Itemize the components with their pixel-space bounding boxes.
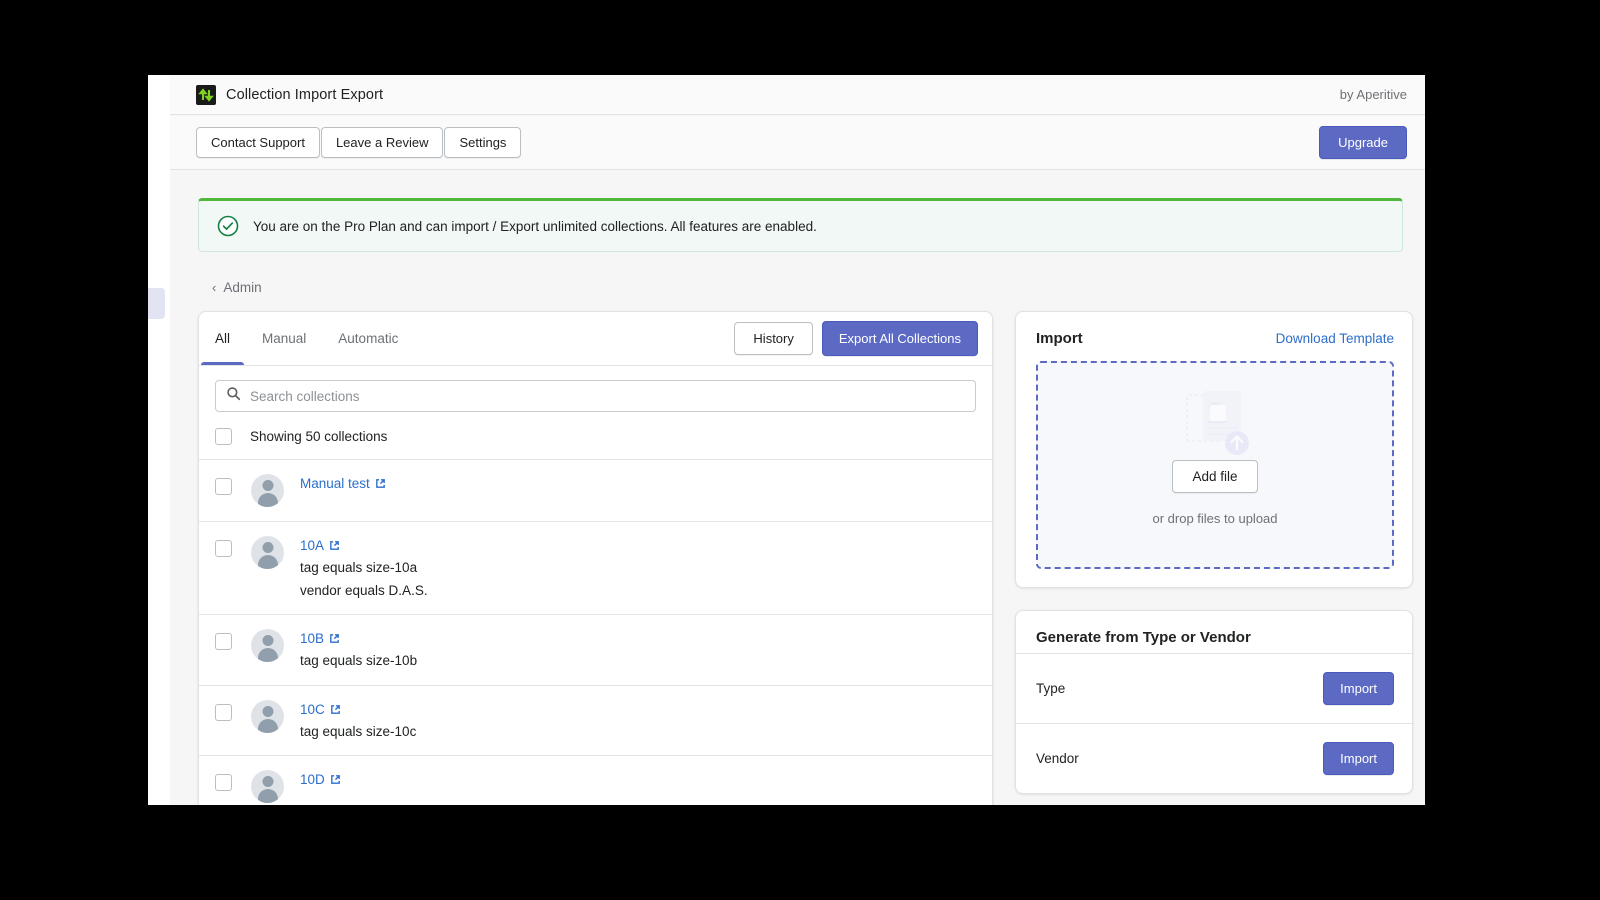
history-button[interactable]: History bbox=[734, 322, 812, 355]
type-label: Type bbox=[1036, 681, 1065, 696]
app-byline: by Aperitive bbox=[1340, 87, 1407, 102]
app-title: Collection Import Export bbox=[226, 87, 383, 103]
drop-files-hint: or drop files to upload bbox=[1152, 511, 1277, 526]
tab-manual[interactable]: Manual bbox=[246, 312, 322, 365]
collection-title: Manual test bbox=[300, 476, 370, 491]
collections-column: All Manual Automatic History Export All … bbox=[198, 311, 993, 805]
generate-card-header: Generate from Type or Vendor bbox=[1016, 611, 1412, 653]
tab-automatic[interactable]: Automatic bbox=[322, 312, 414, 365]
vendor-label: Vendor bbox=[1036, 751, 1079, 766]
import-card-header: Import Download Template bbox=[1036, 330, 1394, 347]
collection-title: 10A bbox=[300, 538, 324, 553]
settings-button[interactable]: Settings bbox=[444, 127, 521, 158]
table-row[interactable]: Manual test bbox=[199, 460, 992, 522]
collection-rule: vendor equals D.A.S. bbox=[300, 581, 428, 601]
collection-title: 10D bbox=[300, 772, 325, 787]
collections-card: All Manual Automatic History Export All … bbox=[198, 311, 993, 805]
search-icon bbox=[226, 386, 241, 406]
import-card: Import Download Template bbox=[1015, 311, 1413, 588]
collection-link[interactable]: 10B bbox=[300, 631, 340, 646]
main-columns: All Manual Automatic History Export All … bbox=[198, 311, 1403, 805]
table-row[interactable]: 10C tag equals size-10c bbox=[199, 686, 992, 757]
table-row[interactable]: 10B tag equals size-10b bbox=[199, 615, 992, 686]
avatar bbox=[251, 700, 284, 733]
page-content: You are on the Pro Plan and can import /… bbox=[170, 171, 1425, 805]
breadcrumb-label: Admin bbox=[223, 280, 261, 295]
avatar bbox=[251, 629, 284, 662]
leave-a-review-button[interactable]: Leave a Review bbox=[321, 127, 444, 158]
file-dropzone[interactable]: Add file or drop files to upload bbox=[1036, 361, 1394, 569]
import-export-arrows-icon bbox=[196, 85, 216, 105]
plan-status-banner: You are on the Pro Plan and can import /… bbox=[198, 198, 1403, 252]
row-checkbox[interactable] bbox=[215, 540, 232, 557]
table-row[interactable]: 10A tag equals size-10a vendor equ bbox=[199, 522, 992, 615]
select-all-checkbox[interactable] bbox=[215, 428, 232, 445]
search-box[interactable] bbox=[215, 380, 976, 412]
app-page-body: Collection Import Export by Aperitive Co… bbox=[170, 75, 1425, 805]
collection-rule: tag equals size-10b bbox=[300, 651, 417, 671]
collections-tab-actions: History Export All Collections bbox=[734, 321, 984, 356]
generate-title: Generate from Type or Vendor bbox=[1036, 629, 1251, 646]
screenshot-stage: Collection Import Export by Aperitive Co… bbox=[0, 0, 1600, 900]
collection-rule: tag equals size-10c bbox=[300, 722, 416, 742]
import-column: Import Download Template bbox=[1015, 311, 1413, 794]
search-input[interactable] bbox=[250, 389, 965, 404]
row-content: 10C tag equals size-10c bbox=[300, 700, 416, 742]
generate-row-vendor: Vendor Import bbox=[1016, 723, 1412, 793]
row-checkbox[interactable] bbox=[215, 704, 232, 721]
download-template-link[interactable]: Download Template bbox=[1276, 331, 1394, 346]
row-content: Manual test bbox=[300, 474, 386, 493]
collections-list-header: Showing 50 collections bbox=[199, 422, 992, 460]
app-action-bar: Contact Support Leave a Review Settings … bbox=[170, 116, 1425, 170]
tab-all[interactable]: All bbox=[199, 312, 246, 365]
showing-count-label: Showing 50 collections bbox=[250, 429, 387, 444]
row-content: 10B tag equals size-10b bbox=[300, 629, 417, 671]
avatar bbox=[251, 474, 284, 507]
search-area bbox=[199, 366, 992, 422]
import-type-button[interactable]: Import bbox=[1323, 672, 1394, 705]
breadcrumb[interactable]: ‹ Admin bbox=[212, 280, 262, 295]
collection-title: 10B bbox=[300, 631, 324, 646]
row-checkbox[interactable] bbox=[215, 478, 232, 495]
plan-status-text: You are on the Pro Plan and can import /… bbox=[253, 219, 817, 234]
sidebar-toggle-nub[interactable] bbox=[148, 288, 165, 319]
collection-rule: tag equals size-10a bbox=[300, 558, 428, 578]
export-all-collections-button[interactable]: Export All Collections bbox=[822, 321, 978, 356]
collection-link[interactable]: 10C bbox=[300, 702, 341, 717]
collection-link[interactable]: Manual test bbox=[300, 476, 386, 491]
collection-link[interactable]: 10A bbox=[300, 538, 340, 553]
avatar bbox=[251, 770, 284, 803]
row-checkbox[interactable] bbox=[215, 633, 232, 650]
external-link-icon bbox=[329, 633, 340, 644]
add-file-button[interactable]: Add file bbox=[1172, 460, 1257, 493]
app-header: Collection Import Export by Aperitive bbox=[170, 75, 1425, 115]
action-button-group: Contact Support Leave a Review Settings bbox=[196, 127, 521, 158]
row-content: 10A tag equals size-10a vendor equ bbox=[300, 536, 428, 600]
external-link-icon bbox=[375, 478, 386, 489]
avatar bbox=[251, 536, 284, 569]
row-content: 10D bbox=[300, 770, 341, 789]
import-card-body: Import Download Template bbox=[1016, 312, 1412, 587]
generate-card: Generate from Type or Vendor Type Import… bbox=[1015, 610, 1413, 794]
import-vendor-button[interactable]: Import bbox=[1323, 742, 1394, 775]
external-link-icon bbox=[330, 774, 341, 785]
success-check-circle-icon bbox=[217, 215, 239, 237]
row-checkbox[interactable] bbox=[215, 774, 232, 791]
collections-tabs-row: All Manual Automatic History Export All … bbox=[199, 312, 992, 366]
contact-support-button[interactable]: Contact Support bbox=[196, 127, 320, 158]
external-link-icon bbox=[329, 540, 340, 551]
chevron-left-icon: ‹ bbox=[212, 281, 216, 294]
collection-link[interactable]: 10D bbox=[300, 772, 341, 787]
generate-row-type: Type Import bbox=[1016, 653, 1412, 723]
upgrade-button[interactable]: Upgrade bbox=[1319, 126, 1407, 159]
browser-viewport: Collection Import Export by Aperitive Co… bbox=[148, 75, 1425, 805]
import-title: Import bbox=[1036, 330, 1083, 347]
table-row[interactable]: 10D bbox=[199, 756, 992, 805]
collections-tabs: All Manual Automatic bbox=[199, 312, 414, 365]
external-link-icon bbox=[330, 704, 341, 715]
collection-title: 10C bbox=[300, 702, 325, 717]
